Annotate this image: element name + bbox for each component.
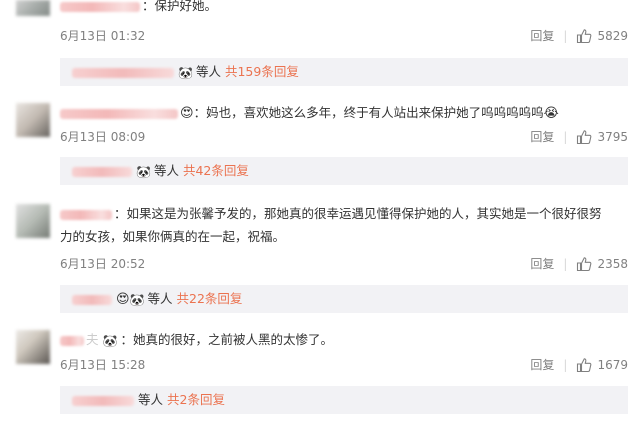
comment-text: ：她真的很好，之前被人黑的太惨了。 bbox=[120, 332, 333, 347]
view-replies-link[interactable]: 共42条回复 bbox=[183, 163, 249, 178]
comment-item: ：如果这是为张馨予发的，那她真的很幸运遇见懂得保护她的人，其实她是一个很好很努 … bbox=[0, 200, 640, 315]
reply-button[interactable]: 回复 bbox=[530, 27, 554, 44]
reply-button[interactable]: 回复 bbox=[530, 255, 554, 272]
comment-timestamp: 6月13日 01:32 bbox=[60, 29, 146, 43]
reply-button[interactable]: 回复 bbox=[530, 356, 554, 373]
comment-text: ：如果这是为张馨予发的，那她真的很幸运遇见懂得保护她的人，其实她是一个很好很努 bbox=[114, 206, 602, 221]
username-blurred[interactable] bbox=[60, 335, 84, 346]
crying-emoji: 😭 bbox=[543, 105, 559, 121]
comment-actions: 回复 | 5829 bbox=[530, 27, 628, 44]
reply-preview[interactable]: 🐼 等人 共159条回复 bbox=[60, 58, 628, 86]
comment-timestamp: 6月13日 15:28 bbox=[60, 358, 146, 372]
like-count: 2358 bbox=[597, 256, 628, 271]
like-count: 3795 bbox=[597, 129, 628, 144]
thumbs-up-icon[interactable] bbox=[576, 256, 592, 272]
panda-emoji: 🐼 bbox=[178, 65, 193, 80]
replier-names-blurred bbox=[72, 395, 134, 406]
thumbs-up-icon[interactable] bbox=[576, 357, 592, 373]
like-count: 5829 bbox=[597, 28, 628, 43]
replier-names-blurred bbox=[72, 294, 112, 305]
divider: | bbox=[563, 28, 568, 43]
thumbs-up-icon[interactable] bbox=[576, 129, 592, 145]
divider: | bbox=[563, 357, 568, 372]
panda-emoji: 🐼 bbox=[136, 164, 151, 179]
comment-text-line: 夫 🐼 ：她真的很好，之前被人黑的太惨了。 bbox=[60, 330, 333, 351]
comment-item: ：保护好她。 6月13日 01:32 回复 | 5829 🐼 等人 共159条回复 bbox=[0, 0, 640, 90]
comment-actions: 回复 | 1679 bbox=[530, 356, 628, 373]
view-replies-link[interactable]: 共159条回复 bbox=[225, 64, 299, 79]
comment-timestamp: 6月13日 20:52 bbox=[60, 257, 146, 271]
username-blurred[interactable] bbox=[60, 1, 140, 12]
replier-names-blurred bbox=[72, 166, 132, 177]
avatar[interactable] bbox=[16, 103, 50, 137]
comment-text: 力的女孩，如果你俩真的在一起，祝福。 bbox=[60, 229, 286, 244]
comment-text: ：妈也，喜欢她这么多年，终于有人站出来保护她了呜呜呜呜呜 bbox=[193, 105, 544, 120]
comment-actions: 回复 | 3795 bbox=[530, 128, 628, 145]
avatar[interactable] bbox=[16, 0, 50, 16]
reply-preview[interactable]: 🐼 等人 共42条回复 bbox=[60, 157, 628, 185]
reply-preview[interactable]: 😍🐼 等人 共22条回复 bbox=[60, 285, 628, 313]
comment-item: 夫 🐼 ：她真的很好，之前被人黑的太惨了。 6月13日 15:28 回复 | 16… bbox=[0, 325, 640, 425]
like-count: 1679 bbox=[597, 357, 628, 372]
thumbs-up-icon[interactable] bbox=[576, 28, 592, 44]
avatar[interactable] bbox=[16, 330, 50, 364]
username-visible[interactable]: 夫 bbox=[86, 332, 99, 347]
comment-text-line: ：如果这是为张馨予发的，那她真的很幸运遇见懂得保护她的人，其实她是一个很好很努 bbox=[60, 204, 602, 224]
comment-item: 😍：妈也，喜欢她这么多年，终于有人站出来保护她了呜呜呜呜呜😭 6月13日 08:… bbox=[0, 97, 640, 192]
replier-names-blurred bbox=[72, 67, 174, 78]
comment-text-line: 力的女孩，如果你俩真的在一起，祝福。 bbox=[60, 227, 285, 247]
heart-eyes-emoji: 😍 bbox=[180, 105, 194, 121]
panda-emoji: 🐼 bbox=[129, 292, 145, 307]
comment-text-line: 😍：妈也，喜欢她这么多年，终于有人站出来保护她了呜呜呜呜呜😭 bbox=[60, 103, 559, 123]
avatar[interactable] bbox=[16, 204, 50, 238]
divider: | bbox=[563, 256, 568, 271]
username-blurred[interactable] bbox=[60, 108, 178, 119]
comment-actions: 回复 | 2358 bbox=[530, 255, 628, 272]
comment-text: ：保护好她。 bbox=[142, 0, 218, 13]
username-blurred[interactable] bbox=[60, 209, 112, 220]
panda-emoji: 🐼 bbox=[102, 333, 118, 348]
heart-eyes-emoji: 😍 bbox=[116, 291, 130, 307]
comment-timestamp: 6月13日 08:09 bbox=[60, 130, 146, 144]
view-replies-link[interactable]: 共22条回复 bbox=[177, 291, 243, 306]
reply-preview[interactable]: 等人 共2条回复 bbox=[60, 386, 628, 414]
reply-button[interactable]: 回复 bbox=[530, 128, 554, 145]
view-replies-link[interactable]: 共2条回复 bbox=[167, 392, 225, 407]
divider: | bbox=[563, 129, 568, 144]
comment-text-line: ：保护好她。 bbox=[60, 0, 217, 16]
